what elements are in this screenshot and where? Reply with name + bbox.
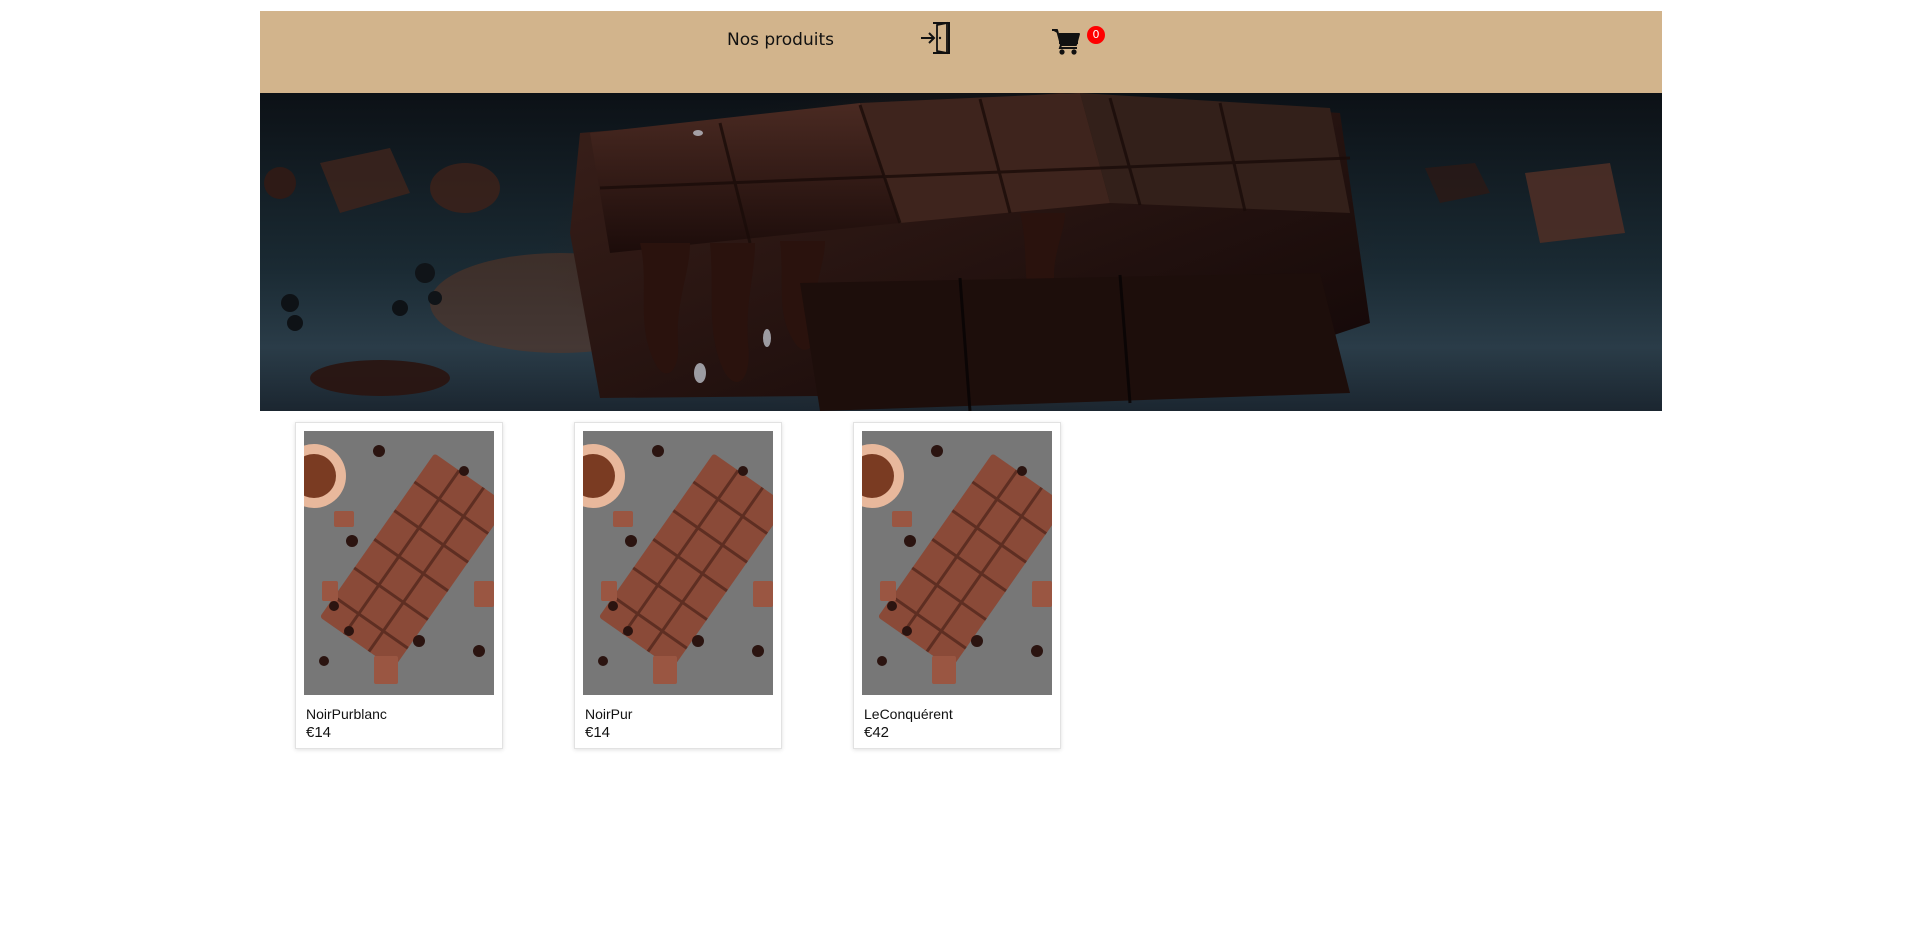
chocolate-bar-image (304, 431, 494, 695)
login-icon[interactable] (919, 20, 955, 56)
product-price: €42 (864, 724, 890, 741)
header-bar: Nos produits 0 (260, 11, 1662, 93)
page: Nos produits 0 NoirPurblanc €14 NoirPur … (0, 0, 1918, 930)
product-name: NoirPur (585, 706, 633, 722)
product-image (583, 431, 773, 695)
product-card[interactable]: NoirPurblanc €14 (295, 422, 503, 749)
site-container: Nos produits 0 NoirPurblanc €14 NoirPur … (260, 11, 1662, 751)
cart-icon (1052, 29, 1080, 55)
nav-link-products[interactable]: Nos produits (727, 30, 834, 50)
hero-banner (260, 93, 1662, 411)
product-price: €14 (306, 724, 332, 741)
product-image (862, 431, 1052, 695)
chocolate-bar-image (862, 431, 1052, 695)
product-card[interactable]: NoirPur €14 (574, 422, 782, 749)
product-card[interactable]: LeConquérent €42 (853, 422, 1061, 749)
product-name: LeConquérent (864, 706, 953, 722)
product-image (304, 431, 494, 695)
chocolate-bar-image (583, 431, 773, 695)
product-name: NoirPurblanc (306, 706, 387, 722)
cart-button[interactable]: 0 (1051, 26, 1111, 66)
product-grid: NoirPurblanc €14 NoirPur €14 LeConquéren… (260, 411, 1662, 751)
product-price: €14 (585, 724, 611, 741)
chocolate-bars-banner-image (264, 93, 1625, 411)
cart-count-badge: 0 (1087, 26, 1105, 44)
